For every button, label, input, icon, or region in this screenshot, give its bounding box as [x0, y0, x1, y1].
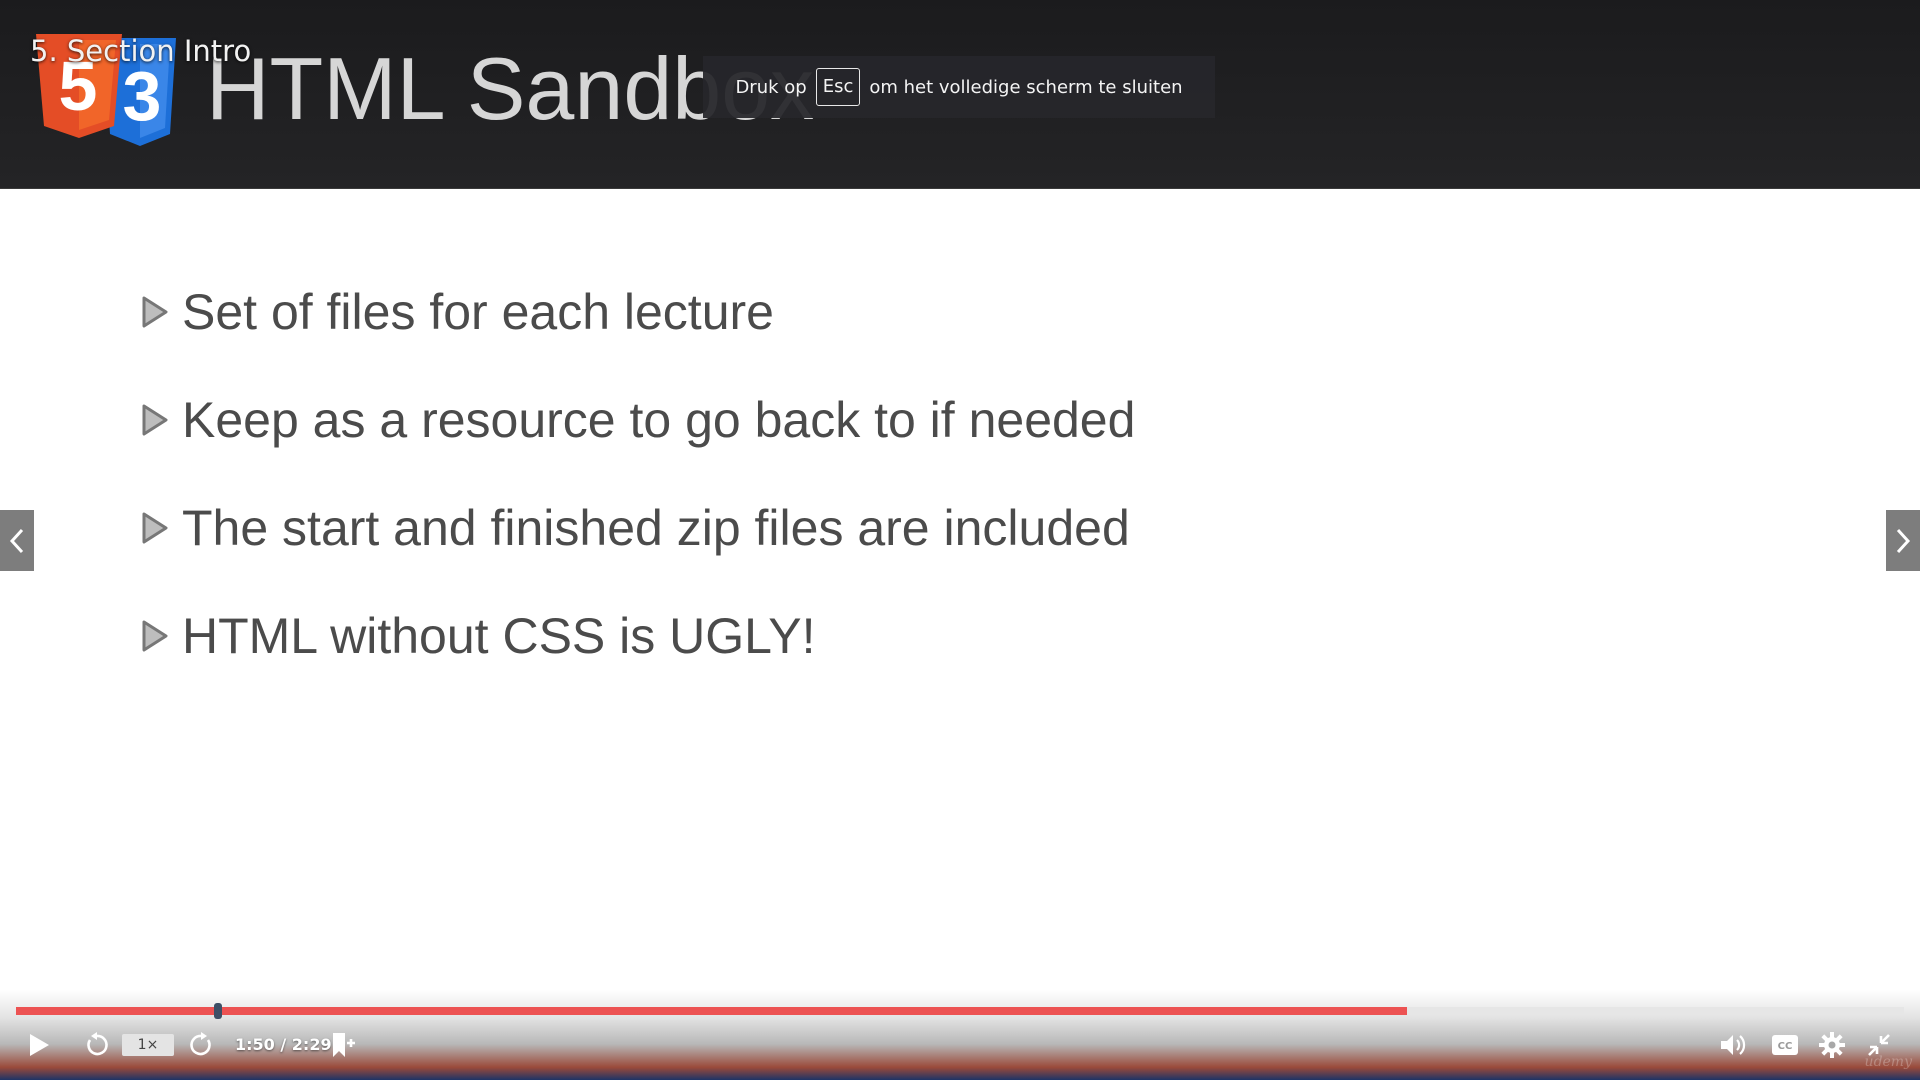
- next-lecture-button[interactable]: [1886, 510, 1920, 571]
- svg-text:CC: CC: [1778, 1041, 1793, 1052]
- rewind-icon: [87, 1032, 108, 1056]
- bullet-item: HTML without CSS is UGLY!: [140, 582, 1135, 690]
- bullet-text: HTML without CSS is UGLY!: [182, 608, 816, 664]
- forward-button[interactable]: [184, 1028, 218, 1062]
- slide-bullets: Set of files for each lecture Keep as a …: [140, 258, 1135, 690]
- volume-button[interactable]: [1716, 1028, 1750, 1062]
- time-display: 1:50 / 2:29: [235, 1035, 332, 1054]
- bullet-arrow-icon: [142, 404, 168, 436]
- previous-lecture-button[interactable]: [0, 510, 34, 571]
- fullscreen-exit-hint: Druk op Esc om het volledige scherm te s…: [703, 56, 1215, 118]
- play-button[interactable]: [22, 1028, 56, 1062]
- bullet-arrow-icon: [142, 512, 168, 544]
- forward-icon: [190, 1032, 211, 1056]
- esc-key: Esc: [815, 68, 861, 106]
- hint-before: Druk op: [735, 76, 807, 98]
- bullet-text: Keep as a resource to go back to if need…: [182, 392, 1136, 448]
- udemy-watermark: udemy: [1864, 1054, 1912, 1070]
- settings-button[interactable]: [1815, 1028, 1849, 1062]
- volume-icon: [1721, 1035, 1746, 1055]
- bullet-item: Keep as a resource to go back to if need…: [140, 366, 1135, 474]
- progress-handle[interactable]: [214, 1003, 223, 1019]
- progress-played: [16, 1007, 218, 1015]
- play-icon: [30, 1034, 49, 1056]
- bullet-arrow-icon: [142, 296, 168, 328]
- chevron-left-icon: [9, 528, 24, 553]
- lecture-title: 5. Section Intro: [30, 34, 252, 68]
- rewind-button[interactable]: [80, 1028, 114, 1062]
- bullet-text: Set of files for each lecture: [182, 284, 774, 340]
- bookmark-add-icon: [333, 1033, 355, 1057]
- bullet-arrow-icon: [142, 620, 168, 652]
- hint-after: om het volledige scherm te sluiten: [869, 76, 1183, 98]
- captions-icon: CC: [1772, 1035, 1798, 1055]
- bullet-text: The start and finished zip files are inc…: [182, 500, 1130, 556]
- progress-bar[interactable]: [16, 1003, 1904, 1019]
- playback-speed-button[interactable]: 1×: [122, 1034, 174, 1056]
- chevron-right-icon: [1896, 528, 1911, 553]
- progress-buffered: [16, 1007, 1408, 1015]
- bullet-item: The start and finished zip files are inc…: [140, 474, 1135, 582]
- add-bookmark-button[interactable]: [326, 1028, 360, 1062]
- video-player[interactable]: 5 3 HTML Sandbox 5. Section Intro Druk o…: [0, 0, 1920, 1080]
- bullet-item: Set of files for each lecture: [140, 258, 1135, 366]
- captions-button[interactable]: CC: [1768, 1028, 1802, 1062]
- settings-icon: [1819, 1032, 1845, 1058]
- logo-digit-css: 3: [123, 57, 162, 135]
